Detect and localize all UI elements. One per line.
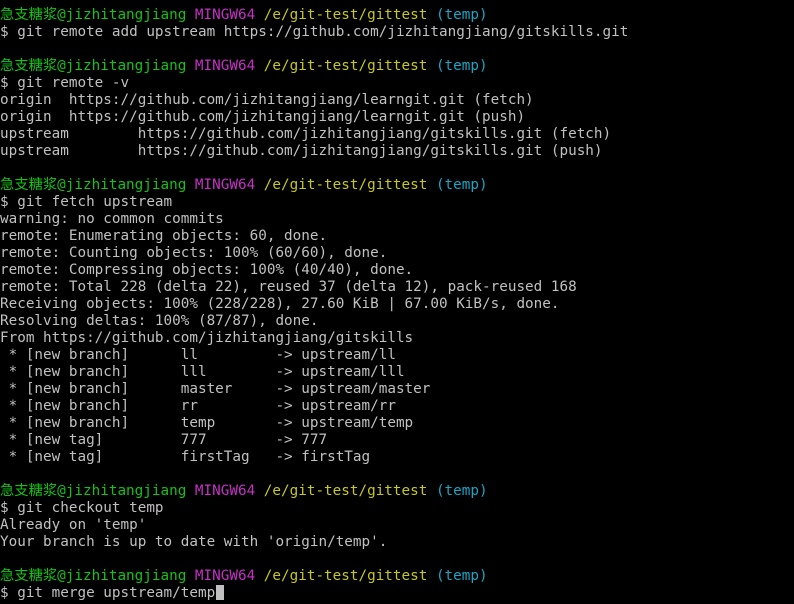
command-line: $ git remote -v [0,75,794,92]
prompt-line: 急支糖浆@jizhitangjiang MINGW64 /e/git-test/… [0,177,794,194]
cursor [216,585,225,600]
prompt-shell: MINGW64 [194,7,256,23]
prompt-branch: (temp) [435,568,488,584]
prompt-user: 急支糖浆@jizhitangjiang [0,177,187,193]
prompt-path: /e/git-test/gittest [263,177,428,193]
prompt-shell: MINGW64 [194,568,256,584]
command-line: $ git remote add upstream https://github… [0,24,794,41]
prompt-path: /e/git-test/gittest [263,483,428,499]
output-line: upstream https://github.com/jizhitangjia… [0,143,794,160]
output-text: * [new branch] rr -> upstream/rr [0,398,396,414]
output-text: * [new branch] temp -> upstream/temp [0,415,414,431]
output-text: origin https://github.com/jizhitangjiang… [0,92,534,108]
output-line: remote: Total 228 (delta 22), reused 37 … [0,279,794,296]
prompt-path: /e/git-test/gittest [263,7,428,23]
output-text: * [new tag] firstTag -> firstTag [0,449,371,465]
prompt-line: 急支糖浆@jizhitangjiang MINGW64 /e/git-test/… [0,568,794,585]
prompt-user: 急支糖浆@jizhitangjiang [0,568,187,584]
output-text: * [new branch] ll -> upstream/ll [0,347,396,363]
output-text: * [new tag] 777 -> 777 [0,432,328,448]
output-text: remote: Enumerating objects: 60, done. [0,228,328,244]
output-line: upstream https://github.com/jizhitangjia… [0,126,794,143]
output-line: Your branch is up to date with 'origin/t… [0,534,794,551]
output-text: From https://github.com/jizhitangjiang/g… [0,330,414,346]
output-text: upstream https://github.com/jizhitangjia… [0,126,612,142]
output-line: * [new branch] lll -> upstream/lll [0,364,794,381]
command-text: $ git fetch upstream [0,194,173,210]
command-text: $ git remote -v [0,75,130,91]
output-line: * [new branch] rr -> upstream/rr [0,398,794,415]
output-line: * [new tag] 777 -> 777 [0,432,794,449]
command-text: $ git checkout temp [0,500,164,516]
output-line: origin https://github.com/jizhitangjiang… [0,92,794,109]
output-text: remote: Compressing objects: 100% (40/40… [0,262,414,278]
prompt-line: 急支糖浆@jizhitangjiang MINGW64 /e/git-test/… [0,58,794,75]
command-text: $ git merge upstream/temp [0,585,216,601]
command-line: $ git fetch upstream [0,194,794,211]
output-text: * [new branch] master -> upstream/master [0,381,431,397]
prompt-user: 急支糖浆@jizhitangjiang [0,7,187,23]
output-line: * [new branch] master -> upstream/master [0,381,794,398]
prompt-path: /e/git-test/gittest [263,58,428,74]
prompt-branch: (temp) [435,58,488,74]
output-text: remote: Counting objects: 100% (60/60), … [0,245,388,261]
output-line: warning: no common commits [0,211,794,228]
output-line: * [new tag] firstTag -> firstTag [0,449,794,466]
prompt-user: 急支糖浆@jizhitangjiang [0,483,187,499]
output-text: * [new branch] lll -> upstream/lll [0,364,405,380]
output-text: warning: no common commits [0,211,224,227]
output-text: Resolving deltas: 100% (87/87), done. [0,313,319,329]
command-line: $ git checkout temp [0,500,794,517]
output-text: origin https://github.com/jizhitangjiang… [0,109,526,125]
command-text: $ git remote add upstream https://github… [0,24,629,40]
command-line: $ git merge upstream/temp [0,585,794,602]
prompt-line: 急支糖浆@jizhitangjiang MINGW64 /e/git-test/… [0,483,794,500]
output-text: upstream https://github.com/jizhitangjia… [0,143,603,159]
prompt-shell: MINGW64 [194,58,256,74]
output-line: Already on 'temp' [0,517,794,534]
output-line: remote: Counting objects: 100% (60/60), … [0,245,794,262]
prompt-path: /e/git-test/gittest [263,568,428,584]
output-text: remote: Total 228 (delta 22), reused 37 … [0,279,577,295]
output-text: Receiving objects: 100% (228/228), 27.60… [0,296,560,312]
prompt-branch: (temp) [435,483,488,499]
prompt-shell: MINGW64 [194,483,256,499]
output-line: origin https://github.com/jizhitangjiang… [0,109,794,126]
output-line: From https://github.com/jizhitangjiang/g… [0,330,794,347]
output-line: * [new branch] ll -> upstream/ll [0,347,794,364]
output-line: * [new branch] temp -> upstream/temp [0,415,794,432]
prompt-branch: (temp) [435,7,488,23]
prompt-branch: (temp) [435,177,488,193]
prompt-line: 急支糖浆@jizhitangjiang MINGW64 /e/git-test/… [0,7,794,24]
terminal-window[interactable]: 急支糖浆@jizhitangjiang MINGW64 /e/git-test/… [0,0,794,604]
output-line: Resolving deltas: 100% (87/87), done. [0,313,794,330]
output-line: remote: Enumerating objects: 60, done. [0,228,794,245]
output-line: remote: Compressing objects: 100% (40/40… [0,262,794,279]
prompt-shell: MINGW64 [194,177,256,193]
prompt-user: 急支糖浆@jizhitangjiang [0,58,187,74]
output-line: Receiving objects: 100% (228/228), 27.60… [0,296,794,313]
output-text: Already on 'temp' [0,517,147,533]
output-text: Your branch is up to date with 'origin/t… [0,534,388,550]
